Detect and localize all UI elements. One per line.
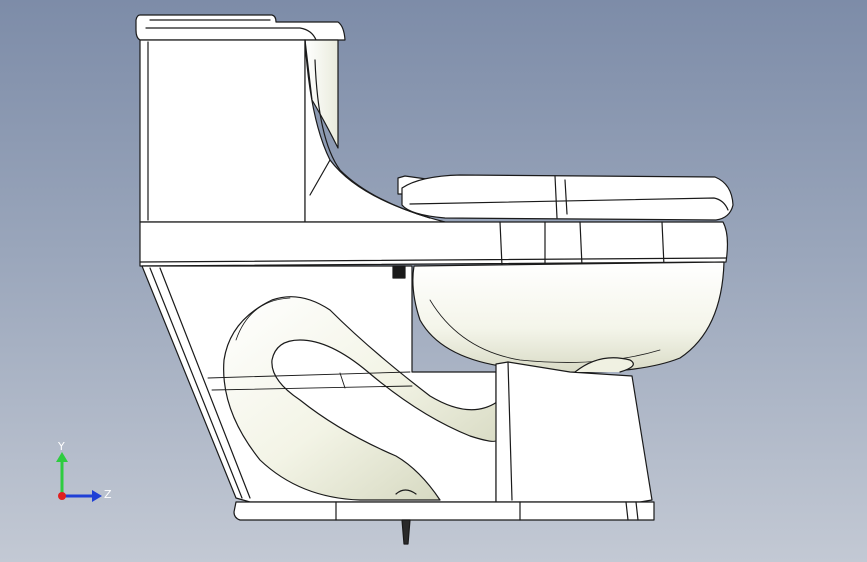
coordinate-triad: Y Z (56, 440, 112, 502)
base-plate (233, 501, 655, 521)
floor-bolt (401, 519, 411, 545)
pedestal (495, 361, 653, 503)
toilet-model-side-view[interactable] (0, 0, 867, 562)
y-axis-arrowhead (56, 452, 68, 462)
mounting-marker (392, 265, 406, 279)
x-axis-origin (58, 492, 66, 500)
y-axis-label: Y (57, 440, 65, 453)
cad-viewport[interactable]: Y Z (0, 0, 867, 562)
z-axis-arrowhead (92, 490, 102, 502)
bowl (412, 261, 725, 373)
z-axis-label: Z (104, 488, 112, 501)
tank-body (139, 39, 306, 223)
